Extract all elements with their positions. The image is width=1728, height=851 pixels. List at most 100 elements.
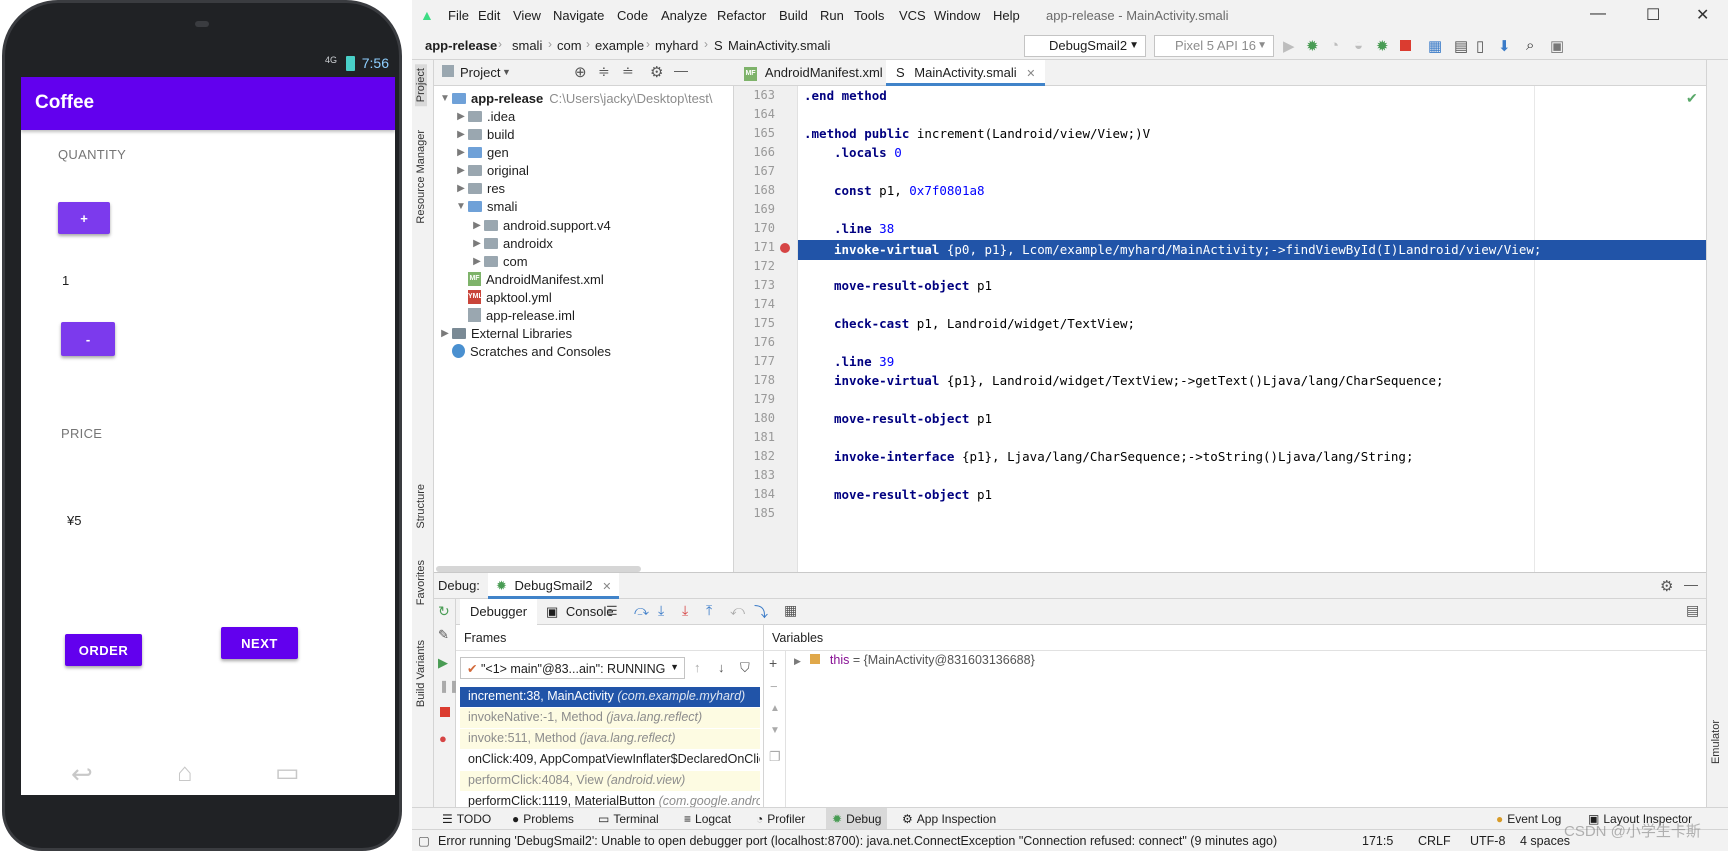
tree-item-res[interactable]: ▶ res — [454, 178, 505, 198]
evaluate-expression-icon[interactable]: ▦ — [784, 602, 797, 619]
frame-row[interactable]: invokeNative:-1, Method (java.lang.refle… — [460, 708, 760, 728]
tree-item-iml[interactable]: app-release.iml — [468, 305, 575, 325]
menu-code[interactable]: Code — [617, 8, 648, 23]
back-icon[interactable]: ↩ — [71, 759, 93, 790]
tool-terminal[interactable]: ▭ Terminal — [598, 812, 659, 826]
thread-select[interactable]: ✔ "<1> main"@83...ain": RUNNING ▼ — [460, 657, 685, 679]
rerun-icon[interactable]: ↻ — [438, 603, 450, 620]
tool-logcat[interactable]: ≡ Logcat — [684, 812, 731, 826]
breadcrumb-example[interactable]: example — [595, 38, 644, 53]
tree-item-gen[interactable]: ▶ gen — [454, 142, 509, 162]
resume-icon[interactable]: ▶ — [438, 655, 448, 671]
settings-icon[interactable]: ▣ — [1550, 37, 1564, 55]
gear-icon[interactable]: ⚙ — [1660, 577, 1673, 595]
phone-screen[interactable]: 4G 7:56 Coffee QUANTITY + 1 - PRICE ¥5 O… — [21, 51, 395, 795]
tree-item-original[interactable]: ▶ original — [454, 160, 529, 180]
sdk-icon[interactable]: ⬇ — [1498, 37, 1511, 55]
gear-icon[interactable]: ⚙ — [650, 63, 663, 81]
tool-debug[interactable]: ✹ Debug — [826, 808, 888, 830]
wrench-icon[interactable]: ✎ — [438, 627, 449, 643]
apply-changes-icon[interactable]: ✹ — [1376, 37, 1389, 55]
stop-icon[interactable] — [440, 707, 450, 717]
status-message[interactable]: Error running 'DebugSmail2': Unable to o… — [438, 834, 1277, 848]
tab-emulator[interactable]: Emulator — [1710, 720, 1722, 764]
tool-problems[interactable]: ● Problems — [512, 812, 574, 826]
breadcrumb-myhard[interactable]: myhard — [655, 38, 698, 53]
stop-icon[interactable] — [1400, 40, 1411, 51]
menu-window[interactable]: Window — [934, 8, 980, 23]
recents-icon[interactable]: ▭ — [275, 757, 300, 788]
force-step-into-icon[interactable]: ⤓ — [682, 602, 688, 619]
tab-android-manifest[interactable]: MF AndroidManifest.xml ✕ — [734, 60, 912, 86]
step-over-icon[interactable]: ⤼ — [634, 602, 649, 619]
debug-icon[interactable]: ✹ — [1306, 37, 1319, 55]
menu-icon[interactable]: ☰ — [606, 603, 618, 619]
tree-root[interactable]: ▼ app-release C:\Users\jacky\Desktop\tes… — [438, 88, 713, 108]
tab-project[interactable]: Project — [415, 64, 427, 107]
breadcrumb-file[interactable]: MainActivity.smali — [728, 38, 830, 53]
sync-icon[interactable]: ▦ — [1428, 37, 1442, 55]
tree-item-androidx[interactable]: ▶ androidx — [470, 233, 553, 253]
vertical-scrollbar[interactable] — [1692, 108, 1702, 568]
hide-panel-icon[interactable]: — — [1684, 576, 1698, 592]
menu-vcs[interactable]: VCS — [899, 8, 926, 23]
menu-help[interactable]: Help — [993, 8, 1020, 23]
avd-icon[interactable]: ▯ — [1476, 37, 1484, 55]
frame-row[interactable]: onClick:409, AppCompatViewInflater$Decla… — [460, 750, 760, 770]
run-to-cursor-icon[interactable]: ⤵ — [754, 602, 768, 622]
step-into-icon[interactable]: ⤓ — [658, 602, 664, 619]
filter-icon[interactable]: ⛉ — [740, 660, 750, 676]
file-encoding[interactable]: UTF-8 — [1470, 834, 1505, 848]
breadcrumb-smali[interactable]: smali — [512, 38, 542, 53]
add-watch-icon[interactable]: + — [769, 655, 777, 671]
frame-row[interactable]: performClick:1119, MaterialButton (com.g… — [460, 792, 760, 808]
tree-item-smali[interactable]: ▼ smali — [454, 196, 517, 216]
next-button[interactable]: NEXT — [221, 627, 298, 659]
status-toggle-icon[interactable]: ▢ — [418, 833, 430, 848]
menu-analyze[interactable]: Analyze — [661, 8, 707, 23]
variable-row[interactable]: ▶ this = {MainActivity@831603136688} — [794, 653, 1035, 667]
breadcrumb-com[interactable]: com — [557, 38, 582, 53]
search-icon[interactable]: ⌕ — [1526, 37, 1534, 54]
tab-structure[interactable]: Structure — [415, 484, 427, 529]
frame-row[interactable]: invoke:511, Method (java.lang.reflect) — [460, 729, 760, 749]
menu-navigate[interactable]: Navigate — [553, 8, 604, 23]
maximize-icon[interactable]: ☐ — [1646, 5, 1660, 25]
line-separator[interactable]: CRLF — [1418, 834, 1451, 848]
indent-setting[interactable]: 4 spaces — [1520, 834, 1570, 848]
tree-item-scratches[interactable]: Scratches and Consoles — [452, 341, 611, 361]
home-icon[interactable]: ⌂ — [177, 757, 193, 788]
tool-profiler[interactable]: ◔ Profiler — [756, 812, 805, 826]
frame-row[interactable]: performClick:4084, View (android.view) — [460, 771, 760, 791]
device-select[interactable]: Pixel 5 API 16 ▼ — [1154, 35, 1274, 57]
next-frame-icon[interactable]: ↓ — [718, 660, 725, 675]
hide-panel-icon[interactable]: — — [674, 62, 688, 78]
tab-debugger[interactable]: Debugger — [460, 599, 538, 625]
tab-favorites[interactable]: Favorites — [415, 560, 427, 605]
tree-item-build[interactable]: ▶ build — [454, 124, 514, 144]
tree-item-idea[interactable]: ▶ .idea — [454, 106, 515, 126]
collapse-all-icon[interactable]: ≐ — [622, 63, 634, 80]
view-breakpoints-icon[interactable]: ● — [439, 731, 447, 746]
move-down-icon[interactable]: ▼ — [770, 725, 780, 736]
move-up-icon[interactable]: ▲ — [770, 703, 780, 714]
expand-all-icon[interactable]: ≑ — [598, 63, 610, 80]
drop-frame-icon[interactable]: ⤺ — [730, 602, 745, 619]
run-config-select[interactable]: DebugSmail2 ▼ — [1024, 35, 1146, 57]
tool-todo[interactable]: ☰ TODO — [442, 812, 491, 826]
menu-build[interactable]: Build — [779, 8, 808, 23]
menu-refactor[interactable]: Refactor — [717, 8, 766, 23]
caret-position[interactable]: 171:5 — [1362, 834, 1393, 848]
layout-icon[interactable]: ▤ — [1686, 602, 1699, 619]
debug-session-tab[interactable]: ✹ DebugSmail2 ✕ — [488, 573, 620, 599]
increment-button[interactable]: + — [58, 202, 110, 234]
code-area[interactable]: .end method .method public increment(Lan… — [734, 86, 1706, 572]
tree-item-manifest[interactable]: MF AndroidManifest.xml — [468, 269, 604, 289]
decrement-button[interactable]: - — [61, 322, 115, 356]
breadcrumb-project[interactable]: app-release — [425, 38, 497, 53]
tab-build-variants[interactable]: Build Variants — [415, 640, 427, 707]
tree-item-external-libraries[interactable]: ▶ External Libraries — [438, 323, 572, 343]
device-manager-icon[interactable]: ▤ — [1454, 37, 1468, 55]
menu-tools[interactable]: Tools — [854, 8, 884, 23]
close-icon[interactable]: ✕ — [1696, 5, 1709, 25]
